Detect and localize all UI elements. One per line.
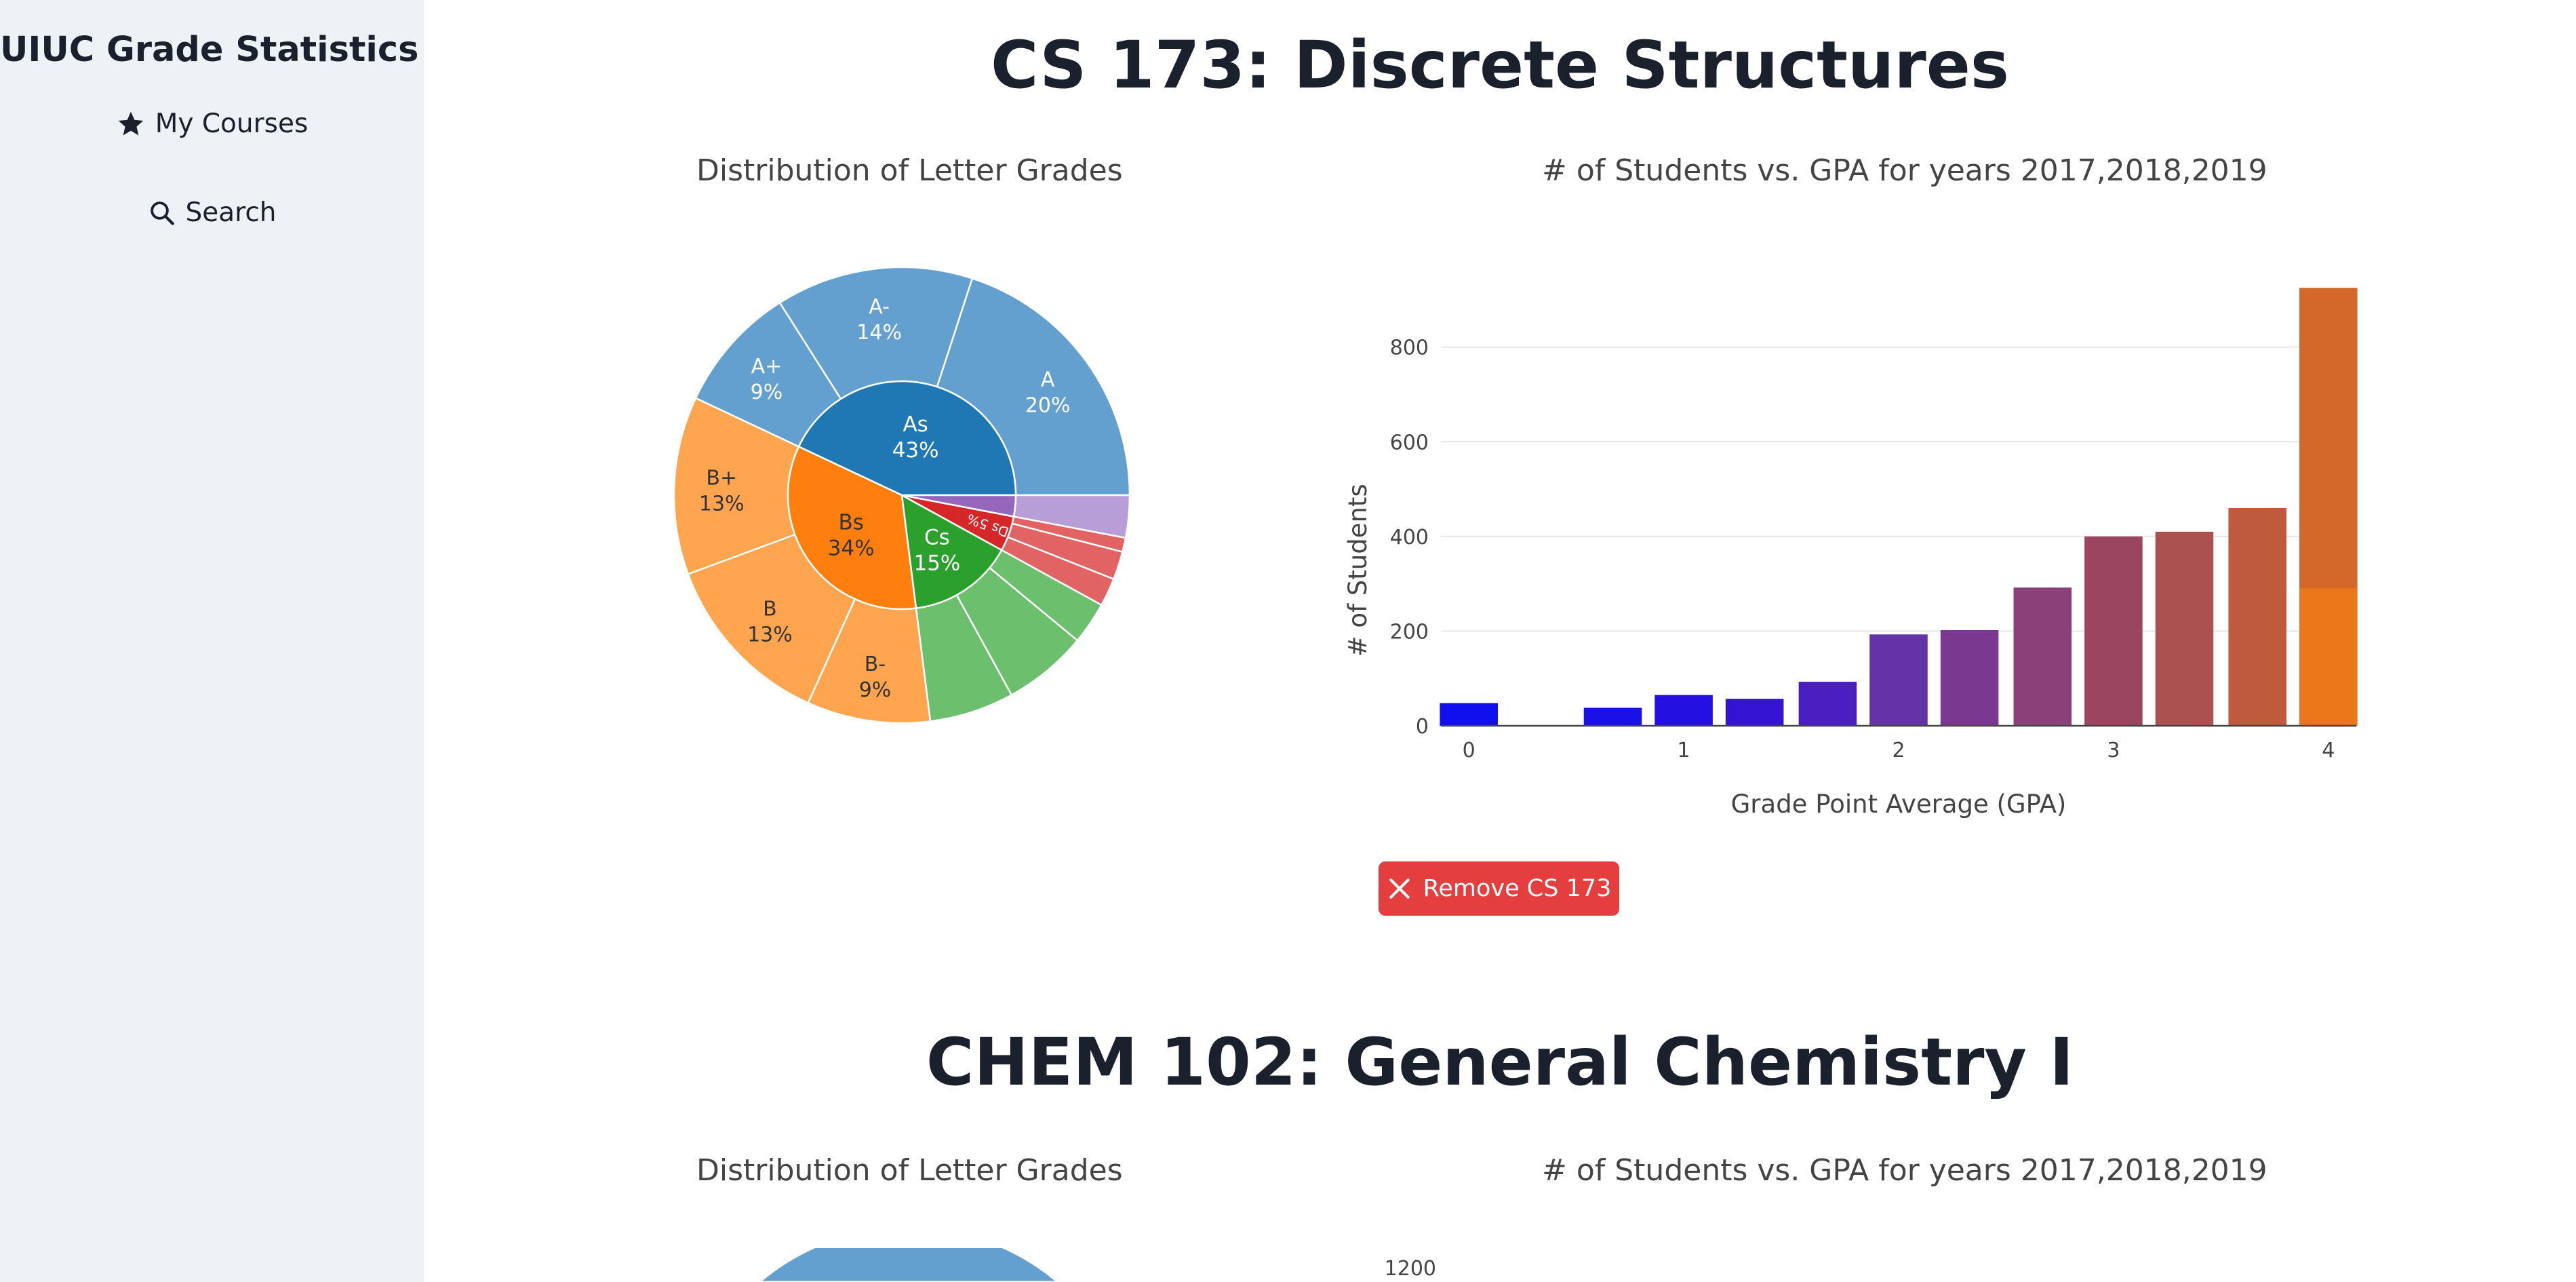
bar-segment[interactable]: [2299, 588, 2358, 726]
bar-chart-title-2: # of Students vs. GPA for years 2017,201…: [1542, 1153, 2267, 1188]
y-tick-label: 400: [1390, 526, 1429, 549]
sunburst-value: 13%: [747, 623, 793, 646]
y-tick-label: 200: [1390, 620, 1429, 644]
sunburst-value: 9%: [751, 381, 783, 404]
sunburst-value: 15%: [913, 551, 960, 575]
sunburst-value: 14%: [856, 321, 902, 345]
remove-course-button[interactable]: Remove CS 173: [1379, 861, 1619, 916]
nav-search[interactable]: Search: [0, 197, 424, 228]
bar[interactable]: [2228, 507, 2287, 726]
sunburst-value: 43%: [892, 438, 939, 463]
sunburst-label: As: [903, 412, 928, 437]
y-tick-label: 600: [1390, 431, 1429, 454]
letter-grade-sunburst-2: [757, 1248, 1060, 1282]
sunburst-label: A: [1041, 368, 1055, 392]
pie-chart-title-2: Distribution of Letter Grades: [696, 1153, 1123, 1188]
star-icon: [118, 111, 144, 135]
course-title-2: CHEM 102: General Chemistry I: [926, 1024, 2074, 1100]
x-tick-label: 2: [1892, 739, 1905, 762]
sunburst-value: 9%: [859, 678, 892, 702]
bar[interactable]: [1798, 682, 1857, 726]
sidebar: UIUC Grade Statistics My Courses Search: [0, 0, 424, 1282]
y-tick-label: 1200: [1385, 1257, 1436, 1281]
bar[interactable]: [1440, 703, 1498, 726]
app-title: UIUC Grade Statistics: [0, 30, 419, 70]
bar[interactable]: [2084, 536, 2143, 726]
sunburst-value: 13%: [699, 492, 745, 516]
x-tick-label: 0: [1463, 739, 1475, 762]
bar[interactable]: [2013, 587, 2072, 726]
bar[interactable]: [1654, 695, 1713, 726]
y-axis-title: # of Students: [1343, 484, 1372, 657]
y-tick-label: 800: [1390, 336, 1429, 360]
nav-my-courses[interactable]: My Courses: [0, 109, 424, 139]
bar[interactable]: [1940, 630, 1999, 726]
sunburst-label: Cs: [924, 525, 950, 549]
sunburst-label: B-: [865, 653, 886, 676]
course-title: CS 173: Discrete Structures: [991, 27, 2009, 103]
gpa-bar-chart: 0 200 400 600 800 0 1 2 3 4 Grade Point Average (G…: [1343, 288, 2358, 819]
x-tick-label: 3: [2107, 739, 2120, 762]
nav-search-label: Search: [185, 197, 277, 228]
x-tick-label: 4: [2322, 739, 2335, 762]
gpa-bar-chart-2: 1200: [1385, 1257, 1436, 1281]
sunburst-label: A+: [751, 355, 782, 378]
sunburst-value: 20%: [1025, 394, 1071, 418]
bar[interactable]: [2155, 531, 2214, 726]
remove-course-label: Remove CS 173: [1423, 875, 1612, 902]
sunburst-label: A-: [869, 295, 890, 319]
y-tick-label: 0: [1416, 715, 1429, 739]
search-icon: [150, 201, 174, 225]
pie-chart-title: Distribution of Letter Grades: [696, 153, 1123, 188]
sunburst-label: Bs: [839, 510, 864, 535]
x-tick-label: 1: [1678, 739, 1690, 762]
bar[interactable]: [1869, 634, 1928, 726]
sunburst-value: 34%: [828, 536, 875, 560]
letter-grade-sunburst: A20%A-14%A+9%B+13%B13%B-9%As43%Bs34% Cs15…: [673, 266, 1131, 724]
sunburst-label: B: [763, 597, 777, 621]
sunburst-label: B+: [706, 467, 737, 490]
nav-my-courses-label: My Courses: [155, 109, 309, 139]
bar-chart-title: # of Students vs. GPA for years 2017,201…: [1542, 153, 2267, 188]
close-icon: [1389, 878, 1410, 899]
x-axis-title: Grade Point Average (GPA): [1731, 790, 2067, 819]
bar[interactable]: [1583, 707, 1642, 726]
bar[interactable]: [1725, 699, 1784, 726]
